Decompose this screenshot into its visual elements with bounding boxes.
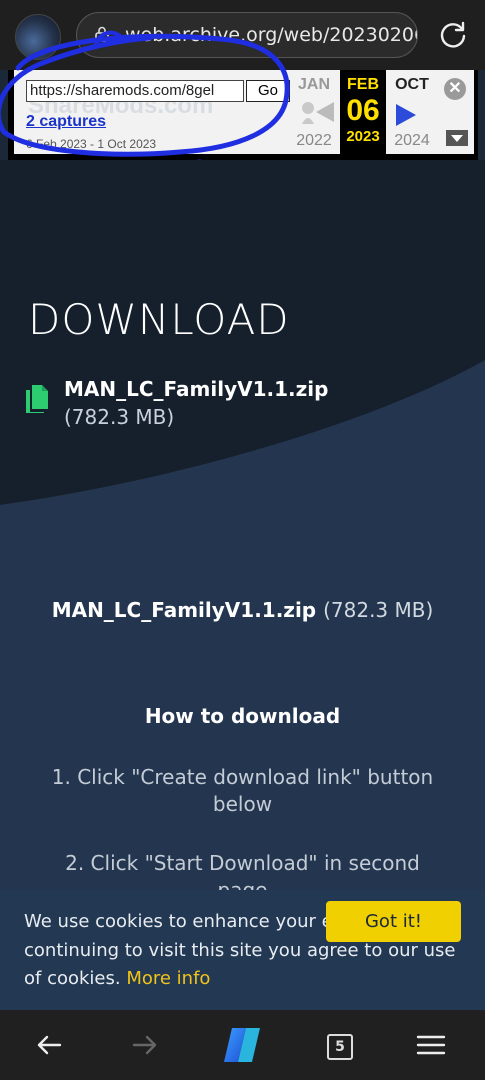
address-text[interactable]: web.archive.org/web/2023020603 bbox=[125, 24, 417, 46]
wayback-toolbar: ShareMods.com https://sharemods.com/8gel… bbox=[8, 70, 478, 160]
profile-avatar[interactable] bbox=[15, 14, 61, 60]
tab-count-button[interactable]: 5 bbox=[327, 1034, 353, 1060]
wayback-go-button[interactable]: Go bbox=[246, 80, 290, 102]
address-bar[interactable]: web.archive.org/web/2023020603 bbox=[76, 12, 418, 58]
current-year: 2023 bbox=[346, 128, 380, 145]
back-arrow-icon[interactable] bbox=[32, 1028, 66, 1062]
next-arrow-icon[interactable] bbox=[396, 104, 416, 126]
reload-icon[interactable] bbox=[438, 20, 468, 50]
capture-date-range: 6 Feb 2023 - 1 Oct 2023 bbox=[26, 137, 157, 151]
cookie-accept-button[interactable]: Got it! bbox=[326, 901, 461, 942]
current-capture-cell: FEB 06 2023 bbox=[340, 70, 386, 154]
next-capture-cell[interactable]: OCT 2024 bbox=[390, 70, 434, 154]
prev-year: 2022 bbox=[296, 132, 332, 149]
current-month: FEB bbox=[347, 76, 379, 93]
prev-capture-cell[interactable]: JAN 2022 bbox=[292, 70, 336, 154]
hero-file-size: (782.3 MB) bbox=[64, 405, 175, 429]
main-file-size: (782.3 MB) bbox=[323, 598, 434, 622]
menu-icon[interactable] bbox=[414, 1028, 448, 1062]
copilot-icon[interactable] bbox=[220, 1024, 264, 1066]
browser-bottom-nav: 5 bbox=[0, 1010, 485, 1080]
hero-file-info: MAN_LC_FamilyV1.1.zip (782.3 MB) bbox=[64, 375, 328, 431]
prev-month: JAN bbox=[297, 76, 330, 93]
download-hero: DOWNLOAD MAN_LC_FamilyV1.1.zip (782.3 MB… bbox=[0, 160, 485, 580]
browser-top-bar: web.archive.org/web/2023020603 bbox=[0, 0, 485, 70]
more-info-link[interactable]: More info bbox=[126, 968, 210, 989]
main-file-name: MAN_LC_FamilyV1.1.zip bbox=[51, 598, 317, 622]
howto-heading: How to download bbox=[144, 704, 341, 728]
lock-icon bbox=[95, 26, 109, 42]
hero-file-name: MAN_LC_FamilyV1.1.zip bbox=[64, 377, 329, 401]
current-day: 06 bbox=[346, 94, 380, 127]
cookie-banner: We use cookies to enhance your experienc… bbox=[0, 890, 485, 1010]
captures-link[interactable]: 2 captures bbox=[26, 113, 106, 131]
close-icon[interactable]: ✕ bbox=[444, 78, 466, 100]
main-file-info: MAN_LC_FamilyV1.1.zip (782.3 MB) bbox=[0, 598, 485, 622]
prev-arrow-icon[interactable] bbox=[300, 100, 334, 124]
hero-background-wave bbox=[0, 160, 485, 580]
wayback-url-input[interactable]: https://sharemods.com/8gel bbox=[26, 80, 244, 102]
next-year: 2024 bbox=[394, 132, 430, 149]
chevron-down-icon[interactable] bbox=[446, 130, 468, 146]
step-1: 1. Click "Create download link" button b… bbox=[51, 765, 434, 816]
page-title: DOWNLOAD bbox=[28, 295, 290, 344]
file-icon bbox=[26, 385, 48, 413]
forward-arrow-icon[interactable] bbox=[128, 1028, 162, 1062]
next-month: OCT bbox=[395, 76, 429, 93]
